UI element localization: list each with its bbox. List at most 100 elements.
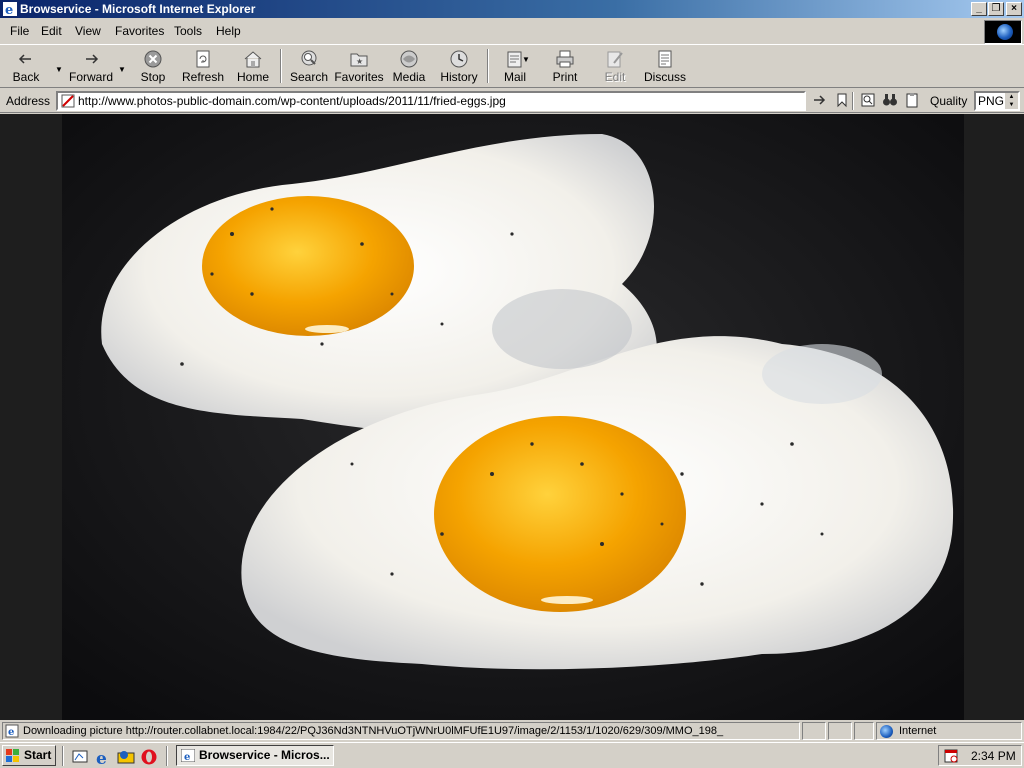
show-desktop-icon[interactable] xyxy=(71,748,89,766)
address-url[interactable]: http://www.photos-public-domain.com/wp-c… xyxy=(78,94,506,108)
edit-page-icon xyxy=(607,51,623,68)
search-label: Search xyxy=(289,70,329,84)
history-icon xyxy=(450,50,468,68)
back-label: Back xyxy=(12,70,40,84)
refresh-icon xyxy=(196,50,210,68)
history-button[interactable]: History xyxy=(438,45,480,87)
favorites-label: Favorites xyxy=(334,70,384,84)
edit-button[interactable]: Edit xyxy=(596,45,634,87)
svg-text:e: e xyxy=(5,3,13,16)
discuss-label: Discuss xyxy=(643,70,686,84)
internet-zone-icon xyxy=(880,725,893,738)
system-tray: 2:34 PM xyxy=(938,745,1022,766)
media-icon xyxy=(400,50,418,68)
go-arrow-icon[interactable] xyxy=(812,92,828,108)
stop-icon xyxy=(144,50,162,68)
scheduler-icon[interactable] xyxy=(944,748,959,763)
opera-icon[interactable] xyxy=(140,748,158,766)
home-label: Home xyxy=(236,70,269,84)
discuss-icon xyxy=(658,50,672,68)
bookmark-icon[interactable] xyxy=(834,92,850,108)
status-progress-pane xyxy=(802,722,826,740)
mail-dropdown-icon[interactable]: ▼ xyxy=(522,55,530,64)
favorites-button[interactable]: ★ Favorites xyxy=(334,45,384,87)
minimize-icon[interactable]: _ xyxy=(971,2,987,16)
svg-text:e: e xyxy=(96,749,107,766)
forward-arrow-icon xyxy=(86,54,99,64)
close-icon[interactable]: × xyxy=(1006,2,1022,16)
media-label: Media xyxy=(392,70,426,84)
windows-throbber xyxy=(984,20,1022,44)
clipboard-icon[interactable] xyxy=(904,92,920,108)
taskbar-separator xyxy=(62,746,64,766)
address-bar: Address http://www.photos-public-domain.… xyxy=(0,89,1024,113)
forward-button[interactable]: Forward xyxy=(66,45,116,87)
menu-help[interactable]: Help xyxy=(216,24,241,38)
restore-icon[interactable]: ❐ xyxy=(988,2,1004,16)
mail-label: Mail xyxy=(503,70,526,84)
discuss-button[interactable]: Discuss xyxy=(642,45,688,87)
toolbar-separator xyxy=(487,49,489,83)
home-icon xyxy=(244,51,262,68)
address-separator xyxy=(852,92,854,110)
mail-button[interactable]: Mail xyxy=(496,45,534,87)
ie-icon: e xyxy=(3,2,17,16)
status-extra-pane xyxy=(854,722,874,740)
toolbar-separator xyxy=(280,49,282,83)
clock[interactable]: 2:34 PM xyxy=(971,749,1016,763)
page-zoom-icon[interactable] xyxy=(860,92,876,108)
status-text: Downloading picture http://router.collab… xyxy=(23,725,724,737)
home-button[interactable]: Home xyxy=(234,45,272,87)
history-label: History xyxy=(440,70,478,84)
broken-page-icon xyxy=(61,94,75,108)
printer-icon xyxy=(556,50,574,68)
windows-logo-icon xyxy=(6,749,19,762)
status-zone-pane: Internet xyxy=(876,722,1022,740)
search-button[interactable]: Search xyxy=(288,45,330,87)
refresh-label: Refresh xyxy=(181,70,225,84)
address-label: Address xyxy=(6,94,51,108)
search-icon xyxy=(301,50,317,66)
taskbar-separator xyxy=(166,746,168,766)
svg-text:e: e xyxy=(8,727,14,738)
svg-text:e: e xyxy=(184,752,190,762)
quality-label: Quality xyxy=(930,94,968,108)
status-bar: e Downloading picture http://router.coll… xyxy=(0,720,1024,742)
back-dropdown-icon[interactable]: ▼ xyxy=(55,65,63,74)
toolbar: Back ▼ Forward ▼ Stop Refresh Home Searc… xyxy=(0,44,1024,88)
back-arrow-icon xyxy=(18,54,31,64)
binoculars-icon[interactable] xyxy=(882,92,898,108)
title-bar[interactable]: e Browservice - Microsoft Internet Explo… xyxy=(0,0,1024,18)
quality-select[interactable]: PNG ▲ ▼ xyxy=(974,91,1020,111)
menu-tools[interactable]: Tools xyxy=(174,24,202,38)
forward-dropdown-icon[interactable]: ▼ xyxy=(118,65,126,74)
menu-file[interactable]: File xyxy=(10,24,29,38)
globe-icon xyxy=(997,24,1013,40)
address-input[interactable]: http://www.photos-public-domain.com/wp-c… xyxy=(56,91,806,111)
start-button[interactable]: Start xyxy=(2,745,56,766)
outlook-express-icon[interactable] xyxy=(117,748,135,766)
menu-view[interactable]: View xyxy=(75,24,101,38)
ie-window-icon: e xyxy=(181,749,195,762)
favorites-folder-icon: ★ xyxy=(350,53,368,67)
menu-favorites[interactable]: Favorites xyxy=(115,24,164,38)
refresh-button[interactable]: Refresh xyxy=(180,45,226,87)
internet-explorer-icon[interactable]: e xyxy=(94,748,112,766)
start-label: Start xyxy=(24,748,52,762)
print-button[interactable]: Print xyxy=(546,45,584,87)
ie-page-icon: e xyxy=(5,724,19,738)
print-label: Print xyxy=(552,70,578,84)
status-secure-pane xyxy=(828,722,852,740)
menu-edit[interactable]: Edit xyxy=(41,24,62,38)
stop-button[interactable]: Stop xyxy=(135,45,171,87)
menu-bar: File Edit View Favorites Tools Help xyxy=(0,19,1024,43)
stop-label: Stop xyxy=(140,70,166,84)
page-content xyxy=(0,114,1024,720)
zone-label: Internet xyxy=(899,725,937,737)
media-button[interactable]: Media xyxy=(390,45,428,87)
svg-text:★: ★ xyxy=(356,57,363,66)
fried-eggs-photo xyxy=(62,114,964,720)
back-button[interactable]: Back xyxy=(4,45,48,87)
taskbar-window-button[interactable]: e Browservice - Micros... xyxy=(176,745,334,766)
quality-spinner[interactable]: ▲ ▼ xyxy=(1005,93,1018,109)
